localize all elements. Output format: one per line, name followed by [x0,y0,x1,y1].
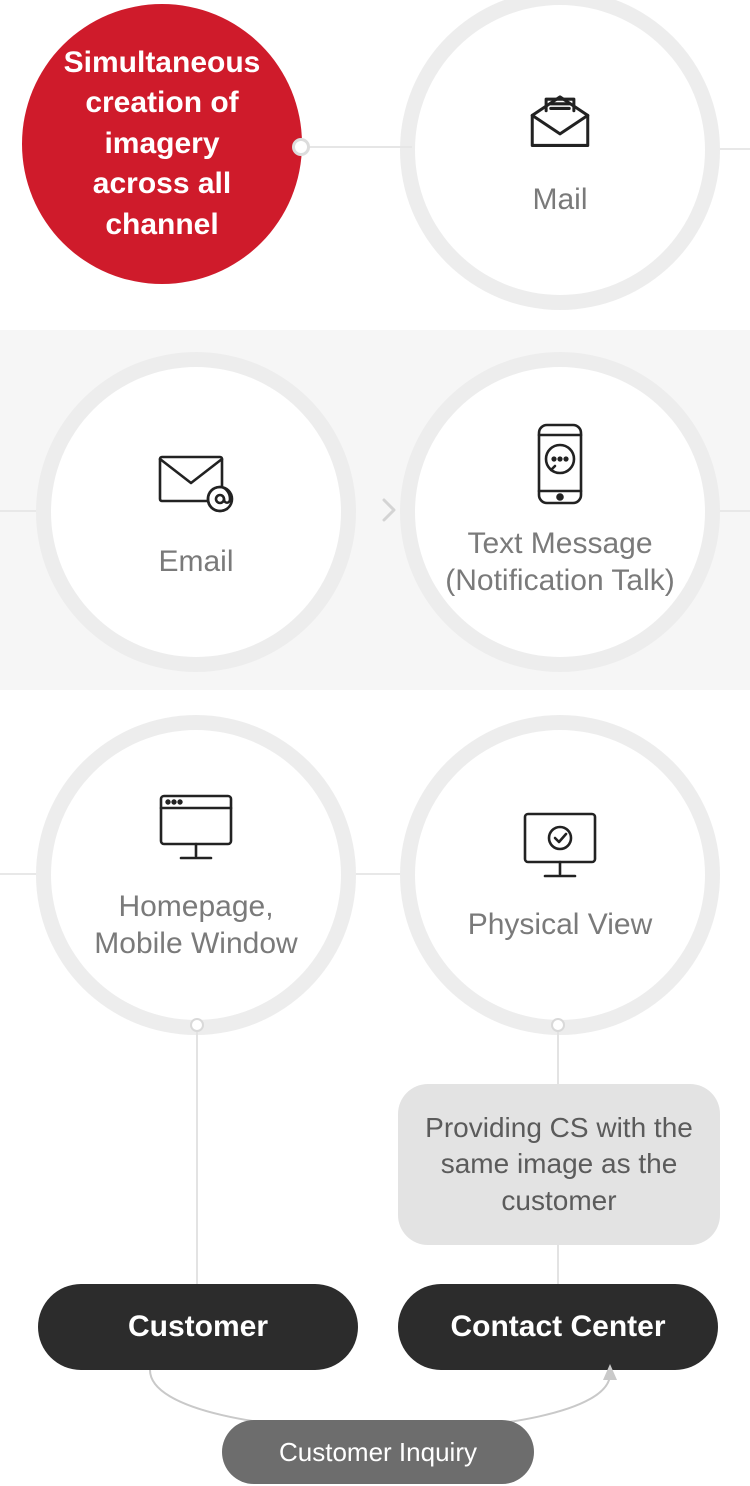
node-physical-view: Physical View [415,730,705,1020]
monitor-window-icon [153,788,239,866]
hero-circle: Simultaneous creation of imagery across … [22,4,302,284]
chevron-right-icon [376,496,400,520]
connector-line [302,146,412,148]
hero-text: Simultaneous creation of imagery across … [52,43,272,246]
pill-contact-center: Contact Center [398,1284,718,1370]
pill-label: Customer [128,1310,268,1344]
email-at-icon [154,443,238,521]
pill-customer: Customer [38,1284,358,1370]
pill-label: Contact Center [450,1310,665,1344]
node-sms: Text Message (Notification Talk) [415,367,705,657]
connector-dot [190,1018,204,1032]
monitor-check-icon [517,806,603,884]
node-label: Homepage, Mobile Window [76,888,316,963]
callout-box: Providing CS with the same image as the … [398,1084,720,1245]
callout-text: Providing CS with the same image as the … [425,1112,693,1216]
connector-dot [292,138,310,156]
node-mail: Mail [415,5,705,295]
connector-dot [551,1018,565,1032]
pill-customer-inquiry: Customer Inquiry [222,1420,534,1484]
connector-line [557,1024,559,1084]
node-label: Email [158,543,233,581]
node-email: Email [51,367,341,657]
mail-open-icon [523,81,597,159]
node-label: Physical View [468,906,653,944]
node-label: Mail [532,181,587,219]
connector-line [196,1024,198,1284]
pill-label: Customer Inquiry [279,1437,477,1468]
phone-chat-icon [533,425,587,503]
node-label: Text Message (Notification Talk) [440,525,680,600]
node-homepage: Homepage, Mobile Window [51,730,341,1020]
